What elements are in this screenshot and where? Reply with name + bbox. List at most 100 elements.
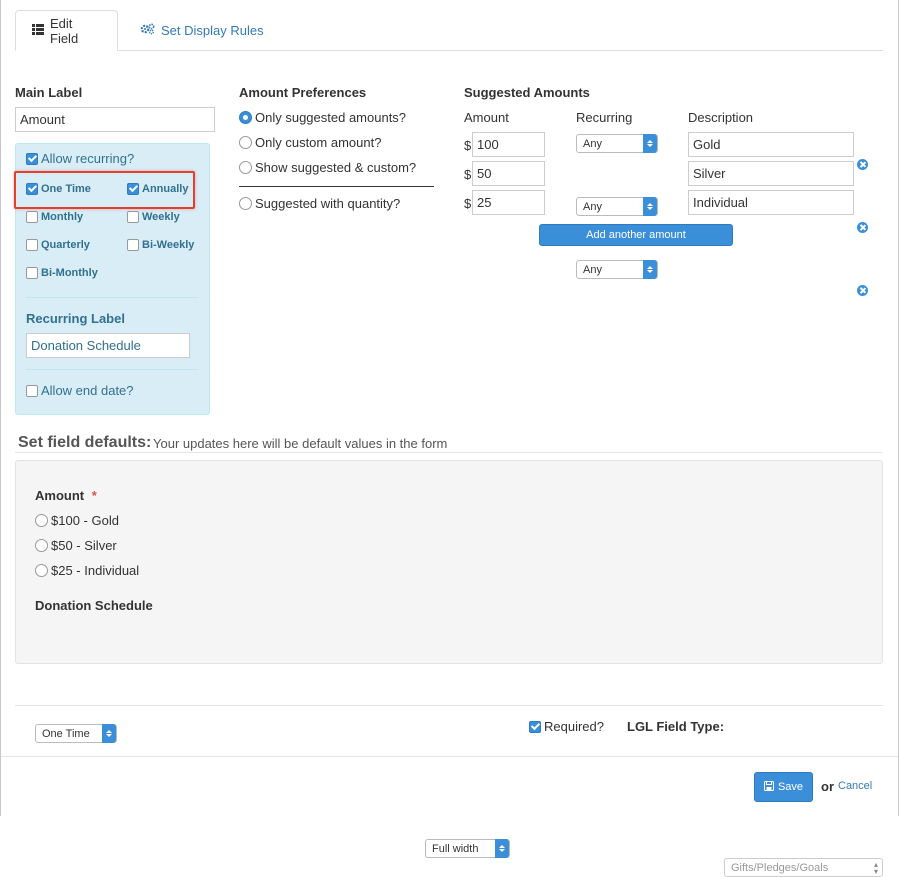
lgl-field-type-label: LGL Field Type:	[627, 719, 725, 734]
required-checkbox[interactable]: Required?	[529, 719, 604, 734]
radio-label: Suggested with quantity?	[255, 196, 401, 211]
description-input[interactable]: Individual	[688, 190, 854, 215]
checkbox-box[interactable]	[26, 267, 38, 279]
remove-icon[interactable]	[857, 159, 868, 170]
suggested-amounts-title: Suggested Amounts	[464, 85, 590, 100]
highlight-annotation	[14, 171, 195, 209]
or-text: or	[821, 779, 834, 794]
chevron-updown-icon: ▴ ▾	[873, 860, 878, 876]
radio-label: $50 - Silver	[51, 538, 117, 553]
default-amount-option[interactable]: $25 - Individual	[35, 563, 139, 578]
radio-label: $100 - Gold	[51, 513, 119, 528]
required-label: Required?	[544, 719, 604, 734]
select-arrows-icon	[643, 134, 657, 153]
option-label: Bi-Weekly	[142, 239, 195, 251]
pref-only-custom[interactable]: Only custom amount?	[239, 135, 381, 150]
radio-button[interactable]	[35, 564, 48, 577]
header-description: Description	[688, 110, 754, 125]
radio-button[interactable]	[239, 136, 252, 149]
defaults-subtitle: Your updates here will be default values…	[153, 436, 448, 451]
remove-icon[interactable]	[857, 222, 868, 233]
option-label: Monthly	[41, 211, 84, 223]
option-label: Bi-Monthly	[41, 267, 98, 279]
pref-suggested-custom[interactable]: Show suggested & custom?	[239, 160, 416, 175]
select-arrows-icon	[102, 724, 116, 743]
allow-recurring-checkbox[interactable]: Allow recurring?	[26, 151, 134, 166]
pref-suggested-quantity[interactable]: Suggested with quantity?	[239, 196, 400, 211]
panel-divider	[26, 369, 199, 370]
main-label-input[interactable]: Amount	[15, 107, 215, 132]
recurring-label-title: Recurring Label	[26, 311, 125, 326]
description-input[interactable]: Silver	[688, 161, 854, 186]
save-button[interactable]: Save	[754, 772, 813, 802]
tab-set-display-rules[interactable]: Set Display Rules	[124, 10, 280, 51]
select-value: Any	[583, 137, 602, 150]
add-another-amount-button[interactable]: Add another amount	[539, 224, 733, 246]
radio-button[interactable]	[35, 539, 48, 552]
default-amount-option[interactable]: $50 - Silver	[35, 538, 117, 553]
select-arrows-icon	[643, 197, 657, 216]
option-monthly[interactable]: Monthly	[26, 211, 83, 223]
tab-label: Set Display Rules	[161, 23, 264, 38]
checkbox-box[interactable]	[127, 211, 139, 223]
option-label: Weekly	[142, 211, 180, 223]
checkbox-box[interactable]	[26, 152, 38, 165]
required-asterisk: *	[91, 488, 97, 503]
defaults-divider	[15, 452, 883, 453]
select-value: Any	[583, 200, 602, 213]
allow-end-date-checkbox[interactable]: Allow end date?	[26, 383, 134, 398]
width-select[interactable]: Full width	[425, 839, 510, 858]
select-value: One Time	[42, 727, 90, 740]
option-quarterly[interactable]: Quarterly	[26, 239, 90, 251]
radio-button[interactable]	[35, 514, 48, 527]
radio-label: Show suggested & custom?	[255, 160, 417, 175]
option-bi-weekly[interactable]: Bi-Weekly	[127, 239, 194, 251]
checkbox-box[interactable]	[529, 720, 541, 733]
preferences-divider	[239, 186, 434, 187]
defaults-title: Set field defaults:	[18, 434, 152, 451]
tab-edit-field[interactable]: Edit Field	[15, 10, 118, 51]
radio-button[interactable]	[239, 197, 252, 210]
default-schedule-select[interactable]: One Time	[35, 724, 117, 743]
select-arrows-icon	[643, 260, 657, 279]
select-value: Any	[583, 263, 602, 276]
recurring-select[interactable]: Any	[576, 134, 658, 153]
option-bi-monthly[interactable]: Bi-Monthly	[26, 267, 98, 279]
recurring-select[interactable]: Any	[576, 260, 658, 279]
currency-symbol: $	[464, 138, 472, 153]
default-amount-option[interactable]: $100 - Gold	[35, 513, 119, 528]
checkbox-box[interactable]	[26, 239, 38, 251]
option-label: Quarterly	[41, 239, 90, 251]
defaults-panel	[15, 460, 883, 664]
checkbox-box[interactable]	[127, 239, 139, 251]
radio-button[interactable]	[239, 161, 252, 174]
modal-footer-divider	[1, 756, 898, 757]
panel-divider	[26, 297, 199, 298]
amount-input[interactable]: 25	[472, 190, 545, 215]
description-input[interactable]: Gold	[688, 132, 854, 157]
recurring-label-input[interactable]: Donation Schedule	[26, 333, 190, 358]
option-weekly[interactable]: Weekly	[127, 211, 180, 223]
floppy-disk-icon	[763, 780, 774, 794]
recurring-select[interactable]: Any	[576, 197, 658, 216]
pref-only-suggested[interactable]: Only suggested amounts?	[239, 110, 406, 125]
cancel-link[interactable]: Cancel	[838, 780, 872, 792]
select-arrows-icon	[495, 839, 509, 858]
radio-button[interactable]	[239, 111, 252, 124]
amount-input[interactable]: 50	[472, 161, 545, 186]
gears-icon	[140, 23, 155, 38]
default-amount-label: Amount *	[35, 488, 97, 503]
list-icon	[32, 23, 44, 38]
select-value: Gifts/Pledges/Goals	[731, 861, 829, 874]
checkbox-box[interactable]	[26, 211, 38, 223]
amount-input[interactable]: 100	[472, 132, 545, 157]
header-amount: Amount	[464, 110, 509, 125]
save-label: Save	[777, 781, 804, 793]
radio-label: Only suggested amounts?	[255, 110, 407, 125]
checkbox-box[interactable]	[26, 384, 38, 397]
remove-icon[interactable]	[857, 285, 868, 296]
lgl-field-type-select[interactable]: Gifts/Pledges/Goals ▴ ▾	[724, 858, 883, 877]
amount-preferences-title: Amount Preferences	[239, 85, 367, 100]
default-schedule-label: Donation Schedule	[35, 598, 153, 613]
main-label-title: Main Label	[15, 85, 83, 100]
